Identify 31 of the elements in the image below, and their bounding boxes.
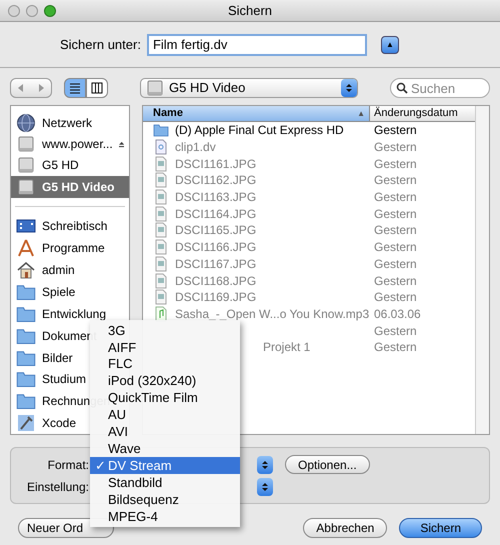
save-as-label: Sichern unter: bbox=[60, 36, 141, 54]
file-name: DSCI1168.JPG bbox=[175, 272, 256, 290]
file-name: DSCI1165.JPG bbox=[175, 222, 256, 240]
file-date: Gestern bbox=[373, 256, 417, 273]
window-title: Sichern bbox=[228, 2, 272, 20]
file-name: DSCI1163.JPG bbox=[175, 189, 256, 206]
file-date: 06.03.06 bbox=[373, 306, 421, 323]
file-date: Gestern bbox=[373, 206, 417, 223]
file-name: DSCI1164.JPG bbox=[175, 206, 256, 223]
file-name: Sasha_-_Open W...o You Know.mp3 bbox=[175, 306, 370, 323]
file-date: Gestern bbox=[373, 172, 417, 190]
file-date: Gestern bbox=[373, 322, 417, 340]
file-name: Projekt 1 bbox=[263, 339, 310, 356]
file-date: Gestern bbox=[373, 239, 417, 256]
file-date: Gestern bbox=[373, 222, 417, 240]
file-name: (D) Apple Final Cut Express HD bbox=[175, 122, 344, 140]
file-name: DSCI1167.JPG bbox=[175, 256, 256, 273]
file-date: Gestern bbox=[373, 272, 417, 290]
setting-label: Einstellung: bbox=[26, 479, 89, 496]
file-name: DSCI1161.JPG bbox=[175, 156, 256, 173]
file-date: Gestern bbox=[373, 139, 417, 156]
file-name: DSCI1162.JPG bbox=[175, 172, 256, 190]
file-date: Gestern bbox=[373, 189, 417, 206]
file-name: clip1.dv bbox=[175, 139, 216, 156]
file-name: DSCI1166.JPG bbox=[175, 239, 256, 256]
file-date: Gestern bbox=[373, 122, 417, 140]
file-date: Gestern bbox=[373, 156, 417, 173]
file-name: DSCI1169.JPG bbox=[175, 289, 256, 306]
file-date: Gestern bbox=[373, 289, 417, 306]
file-date: Gestern bbox=[373, 339, 417, 356]
format-label: Format: bbox=[46, 456, 89, 474]
